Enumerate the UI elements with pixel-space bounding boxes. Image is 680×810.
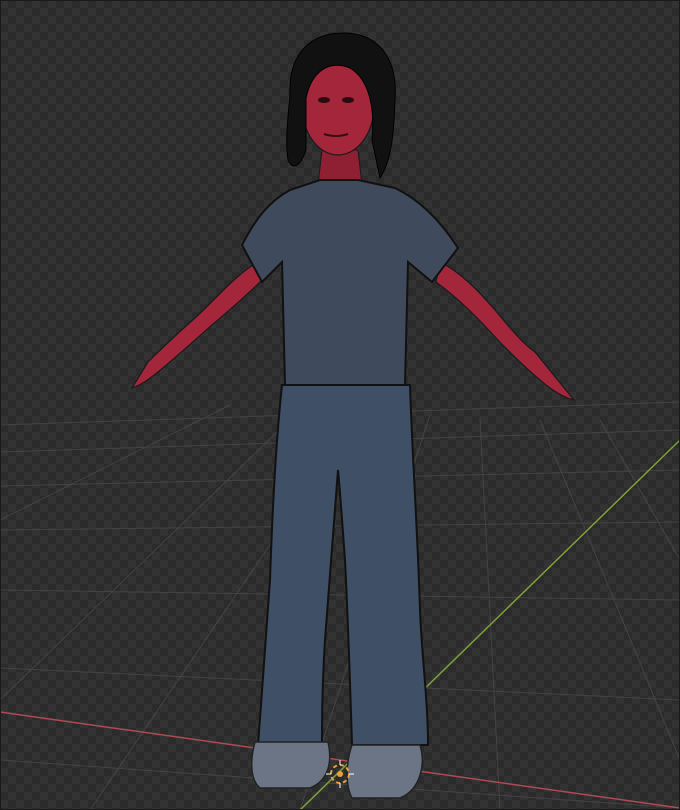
left-eye: [318, 97, 330, 103]
viewport-canvas[interactable]: [0, 0, 680, 810]
right-eye: [342, 97, 354, 103]
character-model[interactable]: [130, 32, 576, 799]
right-arm[interactable]: [435, 261, 576, 401]
pants[interactable]: [256, 384, 430, 746]
3d-viewport[interactable]: [0, 0, 680, 810]
left-arm[interactable]: [130, 261, 263, 390]
right-shoe[interactable]: [346, 744, 423, 799]
t-shirt[interactable]: [240, 179, 460, 386]
left-shoe[interactable]: [250, 741, 331, 789]
